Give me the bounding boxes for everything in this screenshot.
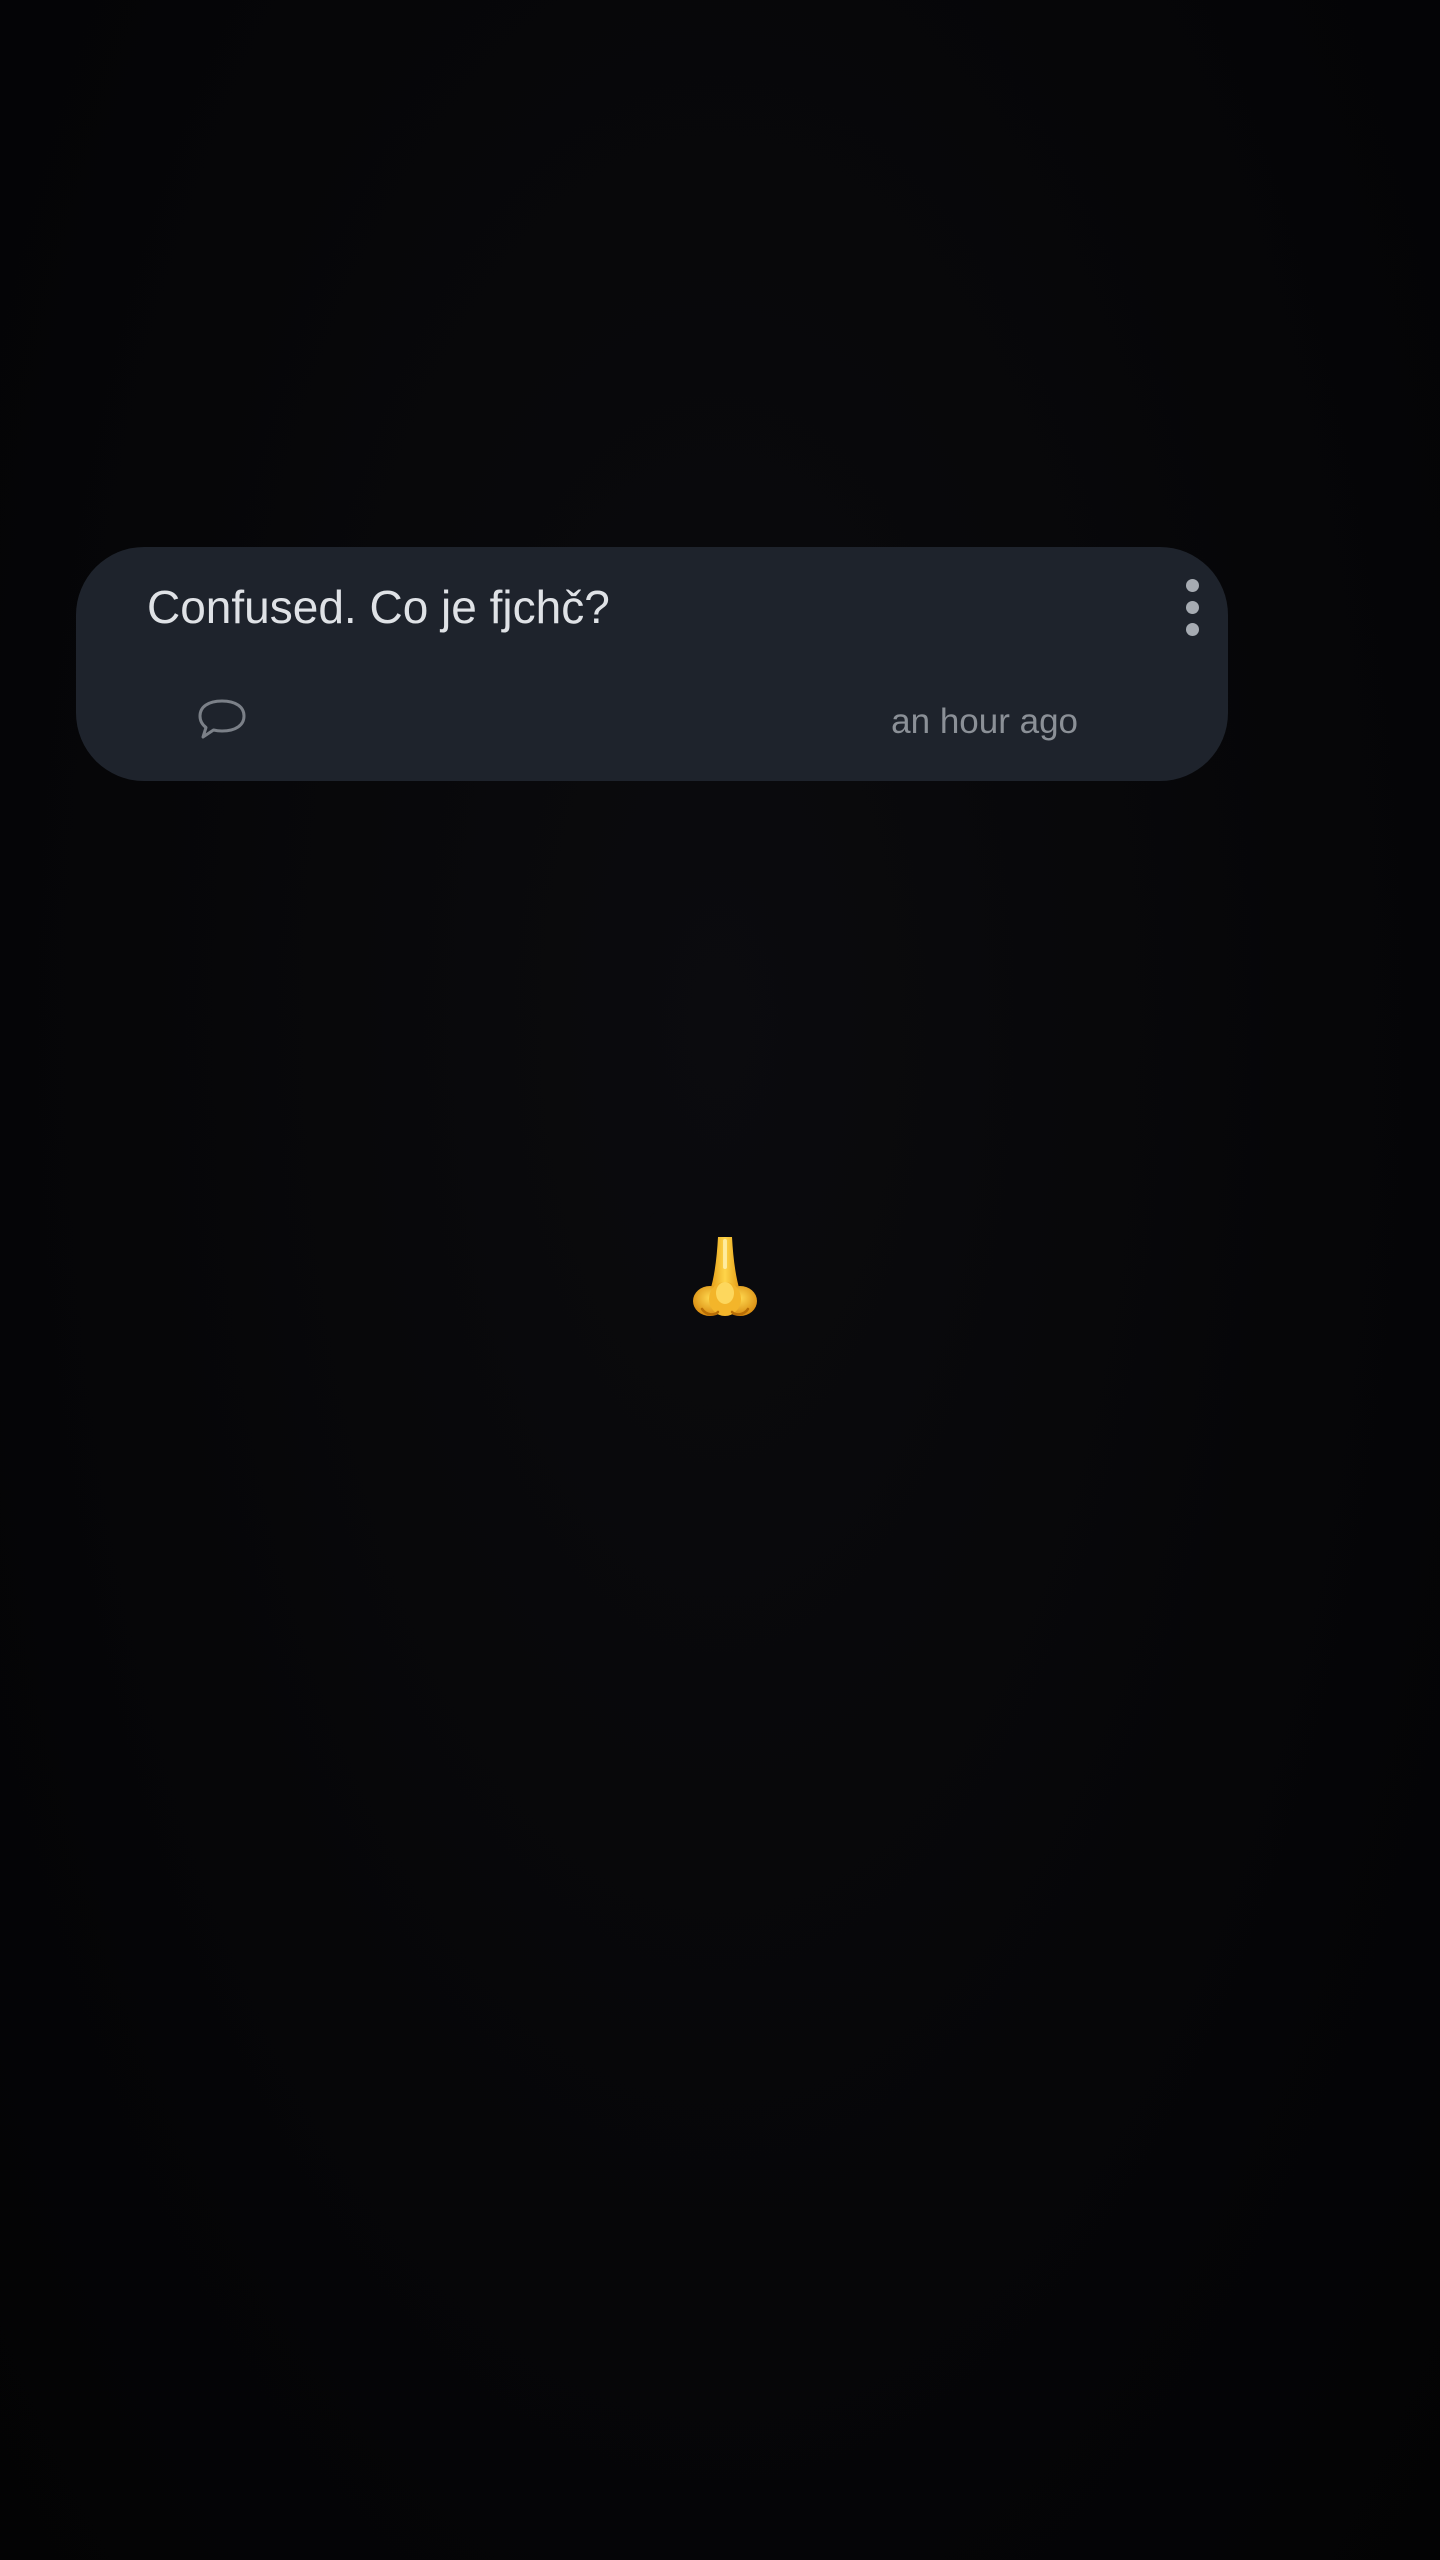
menu-dot: [1186, 579, 1199, 592]
nose-emoji-icon: [693, 1237, 757, 1316]
emoji-reaction: [650, 1213, 800, 1343]
post-title: Confused. Co je fjchč?: [147, 581, 610, 633]
menu-dot: [1186, 601, 1199, 614]
menu-dot: [1186, 623, 1199, 636]
post-timestamp: an hour ago: [891, 702, 1078, 741]
post-card[interactable]: Confused. Co je fjchč? an hour ago: [76, 547, 1228, 781]
comment-icon: [198, 699, 246, 739]
screen: Confused. Co je fjchč? an hour ago: [0, 0, 1440, 2560]
comment-button[interactable]: [192, 695, 252, 745]
more-vert-icon[interactable]: [1172, 577, 1212, 639]
